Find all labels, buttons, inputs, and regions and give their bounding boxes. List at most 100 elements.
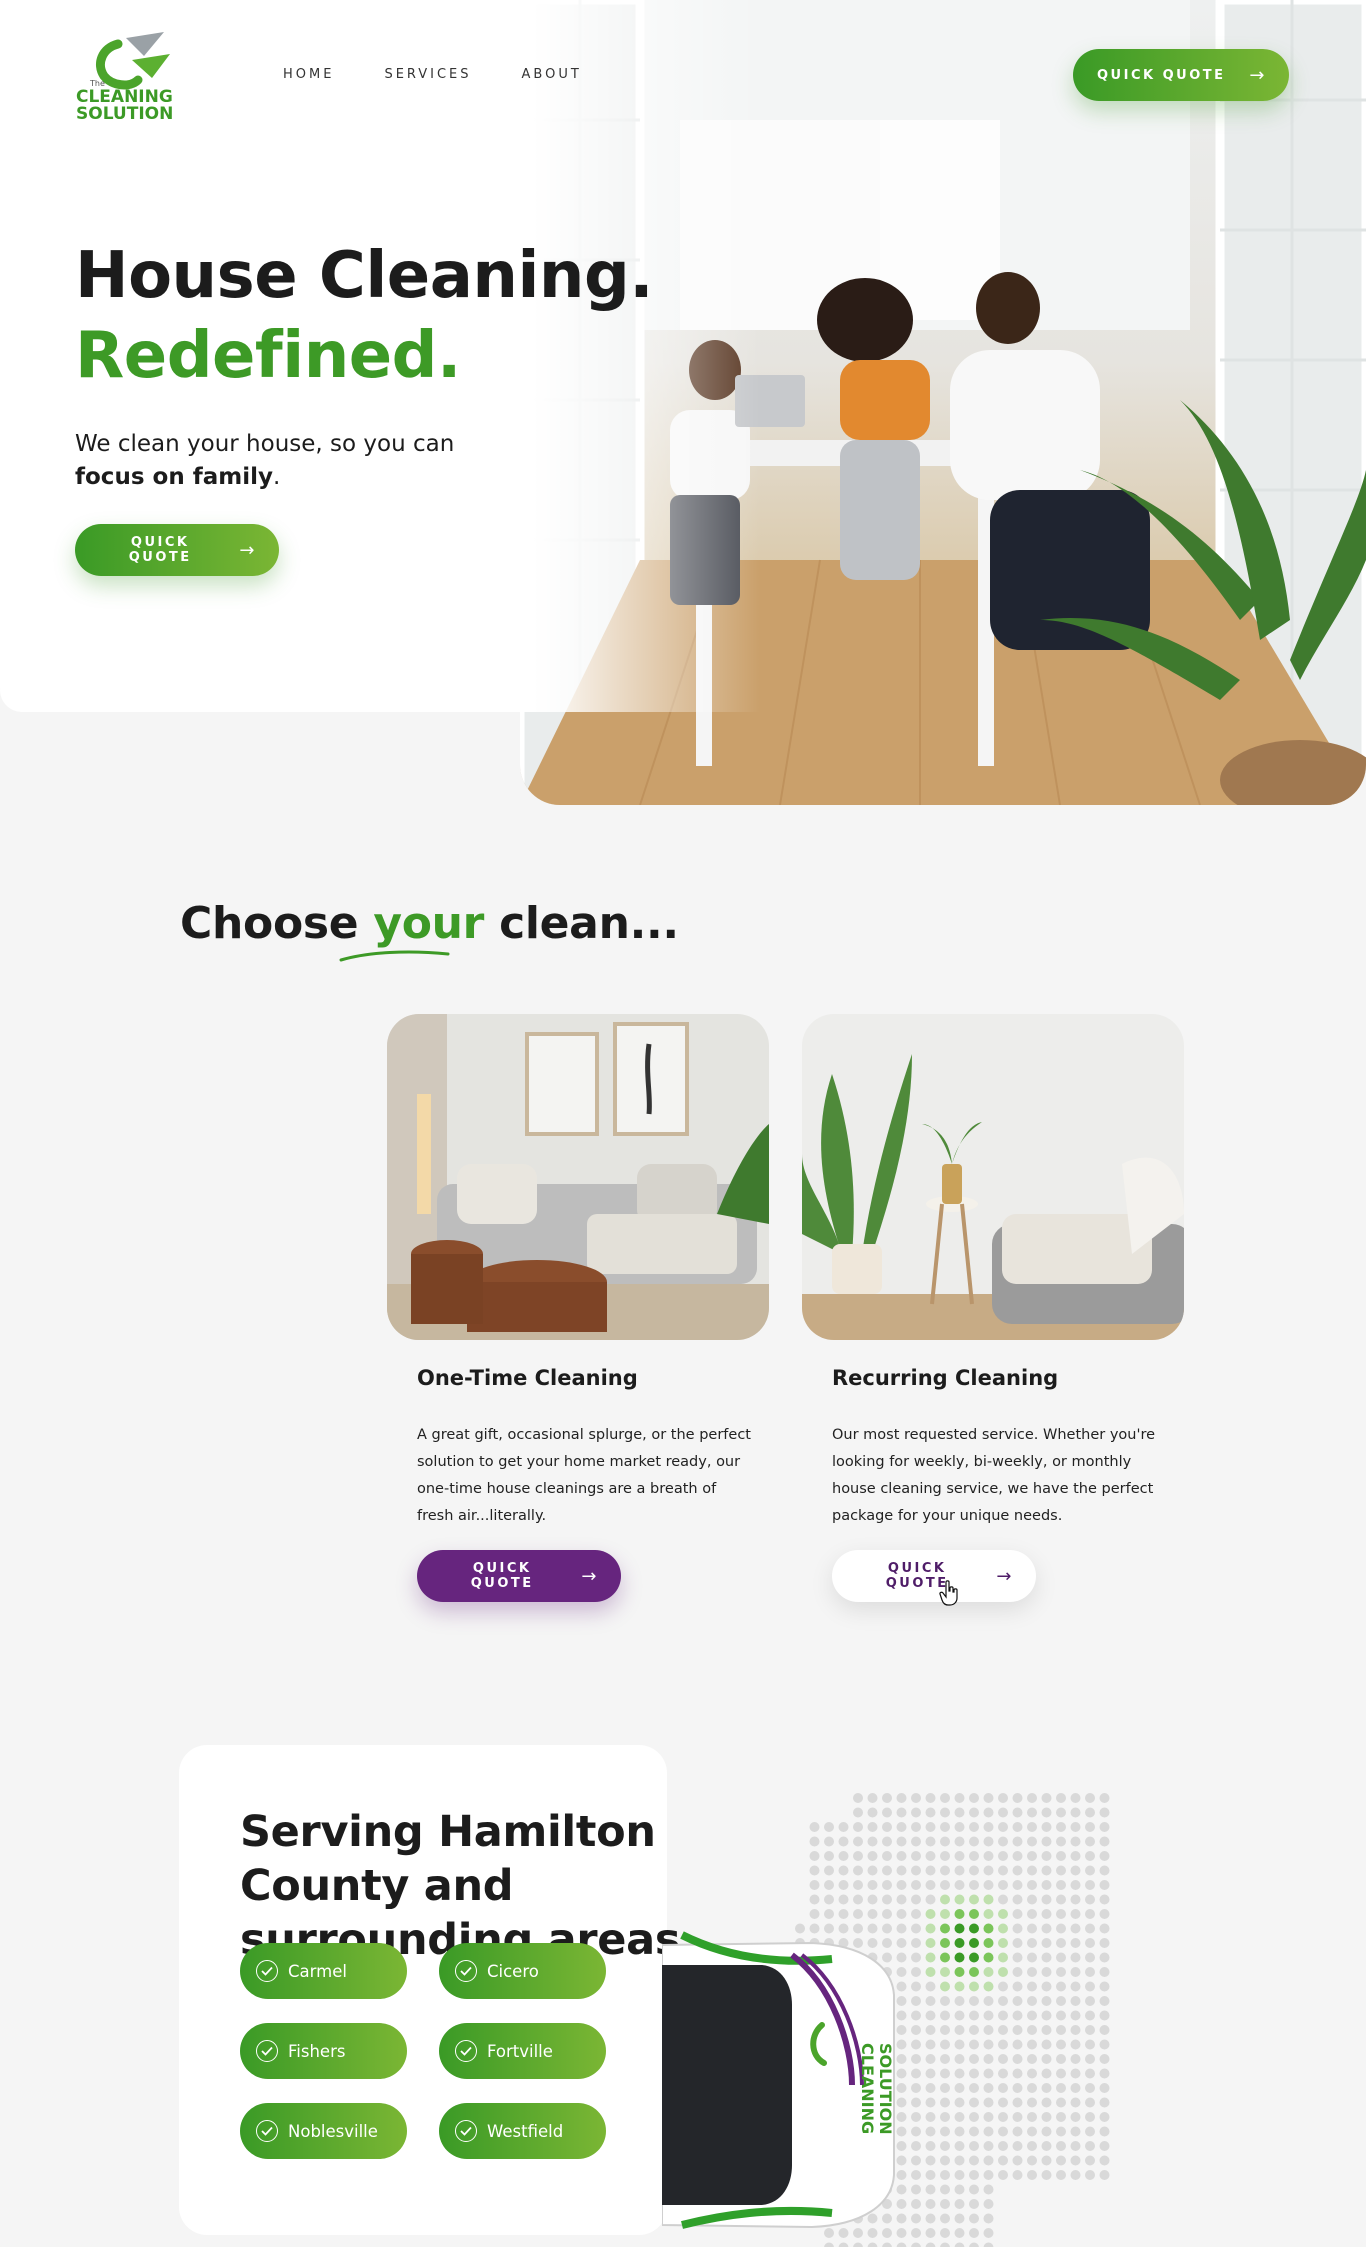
brand-logo[interactable]: The CLEANING SOLUTION — [74, 30, 190, 122]
map-dot — [1070, 1981, 1081, 1992]
map-dot — [1099, 1923, 1110, 1934]
arrow-right-icon: → — [1249, 64, 1267, 86]
map-dot — [1056, 1894, 1066, 1905]
map-dot — [983, 2112, 994, 2122]
map-dot — [1012, 1967, 1023, 1977]
map-dot — [940, 1865, 950, 1876]
map-dot — [824, 1822, 834, 1832]
map-dot — [983, 1836, 994, 1847]
map-dot — [1085, 1851, 1095, 1861]
map-dot — [940, 1793, 950, 1803]
map-dot — [925, 2025, 936, 2035]
area-pill-fortville[interactable]: Fortville — [439, 2023, 606, 2079]
area-label: Fortville — [487, 2041, 553, 2061]
map-dot — [1085, 2126, 1095, 2137]
map-dot — [954, 1967, 965, 1977]
map-dot — [1070, 1952, 1081, 1963]
map-dot — [925, 2184, 936, 2195]
nav-home[interactable]: HOME — [283, 67, 334, 82]
map-dot — [1085, 1909, 1095, 1919]
map-dot — [1056, 2155, 1066, 2166]
map-dot — [1056, 1793, 1066, 1803]
hero-subtitle-bold: focus on family — [75, 464, 273, 490]
map-dot — [969, 1822, 979, 1832]
map-dot — [1027, 1836, 1037, 1847]
area-pill-carmel[interactable]: Carmel — [240, 1943, 407, 1999]
map-dot — [940, 2054, 950, 2064]
map-dot — [1056, 1967, 1066, 1977]
map-dot — [954, 1880, 965, 1890]
map-dot — [1012, 2054, 1023, 2064]
map-dot — [954, 1996, 965, 2006]
map-dot — [867, 1836, 878, 1847]
map-dot — [911, 1865, 921, 1876]
map-dot — [969, 2184, 979, 2195]
map-dot — [1070, 1793, 1081, 1803]
map-dot — [867, 1793, 878, 1803]
map-dot — [853, 1851, 863, 1861]
area-pill-noblesville[interactable]: Noblesville — [240, 2103, 407, 2159]
map-dot — [998, 1851, 1008, 1861]
map-dot — [983, 2199, 994, 2209]
map-dot — [940, 2228, 950, 2238]
map-dot — [867, 1851, 878, 1861]
map-dot — [998, 2155, 1008, 2166]
area-pill-cicero[interactable]: Cicero — [439, 1943, 606, 1999]
map-dot — [853, 1865, 863, 1876]
map-dot — [911, 2228, 921, 2238]
map-dot — [1041, 1981, 1052, 1992]
map-dot — [954, 2097, 965, 2108]
map-dot — [896, 1807, 907, 1818]
map-dot — [969, 2199, 979, 2209]
map-dot — [969, 1807, 979, 1818]
map-dot — [1085, 2112, 1095, 2122]
map-dot — [1099, 2039, 1110, 2050]
map-dot — [1099, 1909, 1110, 1919]
map-dot — [969, 1894, 979, 1905]
map-dot — [940, 2083, 950, 2093]
recurring-quick-quote-label: QUICK QUOTE — [885, 1561, 949, 1591]
nav-about[interactable]: ABOUT — [522, 67, 582, 82]
map-dot — [983, 1952, 994, 1963]
map-dot — [1012, 1923, 1023, 1934]
hero-quick-quote-button[interactable]: QUICK QUOTE → — [75, 524, 279, 576]
map-dot — [911, 2155, 921, 2166]
map-dot — [983, 2184, 994, 2195]
area-pill-westfield[interactable]: Westfield — [439, 2103, 606, 2159]
map-dot — [1027, 1865, 1037, 1876]
header-quick-quote-button[interactable]: QUICK QUOTE → — [1073, 49, 1289, 101]
map-dot — [1027, 2083, 1037, 2093]
one-time-quick-quote-button[interactable]: QUICK QUOTE → — [417, 1550, 621, 1602]
map-dot — [925, 1996, 936, 2006]
nav-services[interactable]: SERVICES — [384, 67, 471, 82]
map-dot — [954, 2184, 965, 2195]
map-dot — [1012, 2025, 1023, 2035]
map-dot — [1056, 1807, 1066, 1818]
map-dot — [940, 2068, 950, 2079]
map-dot — [1027, 1880, 1037, 1890]
map-dot — [954, 1952, 965, 1963]
map-dot — [824, 1836, 834, 1847]
map-dot — [954, 1865, 965, 1876]
map-dot — [925, 2141, 936, 2151]
map-dot — [824, 1880, 834, 1890]
map-dot — [940, 2039, 950, 2050]
map-dot — [1070, 2170, 1081, 2180]
area-pill-fishers[interactable]: Fishers — [240, 2023, 407, 2079]
map-dot — [998, 1923, 1008, 1934]
map-dot — [983, 2025, 994, 2035]
map-dot — [896, 1894, 907, 1905]
recurring-quick-quote-button[interactable]: QUICK QUOTE → — [832, 1550, 1036, 1602]
map-dot — [1070, 1938, 1081, 1948]
map-dot — [1041, 1865, 1052, 1876]
map-dot — [1027, 2112, 1037, 2122]
map-dot — [867, 1865, 878, 1876]
map-dot — [954, 2010, 965, 2021]
map-dot — [1085, 1996, 1095, 2006]
hero-title-line2: Redefined. — [75, 319, 461, 393]
map-dot — [954, 1909, 965, 1919]
map-dot — [1012, 1793, 1023, 1803]
map-dot — [853, 1909, 863, 1919]
map-dot — [911, 1807, 921, 1818]
map-dot — [998, 1909, 1008, 1919]
